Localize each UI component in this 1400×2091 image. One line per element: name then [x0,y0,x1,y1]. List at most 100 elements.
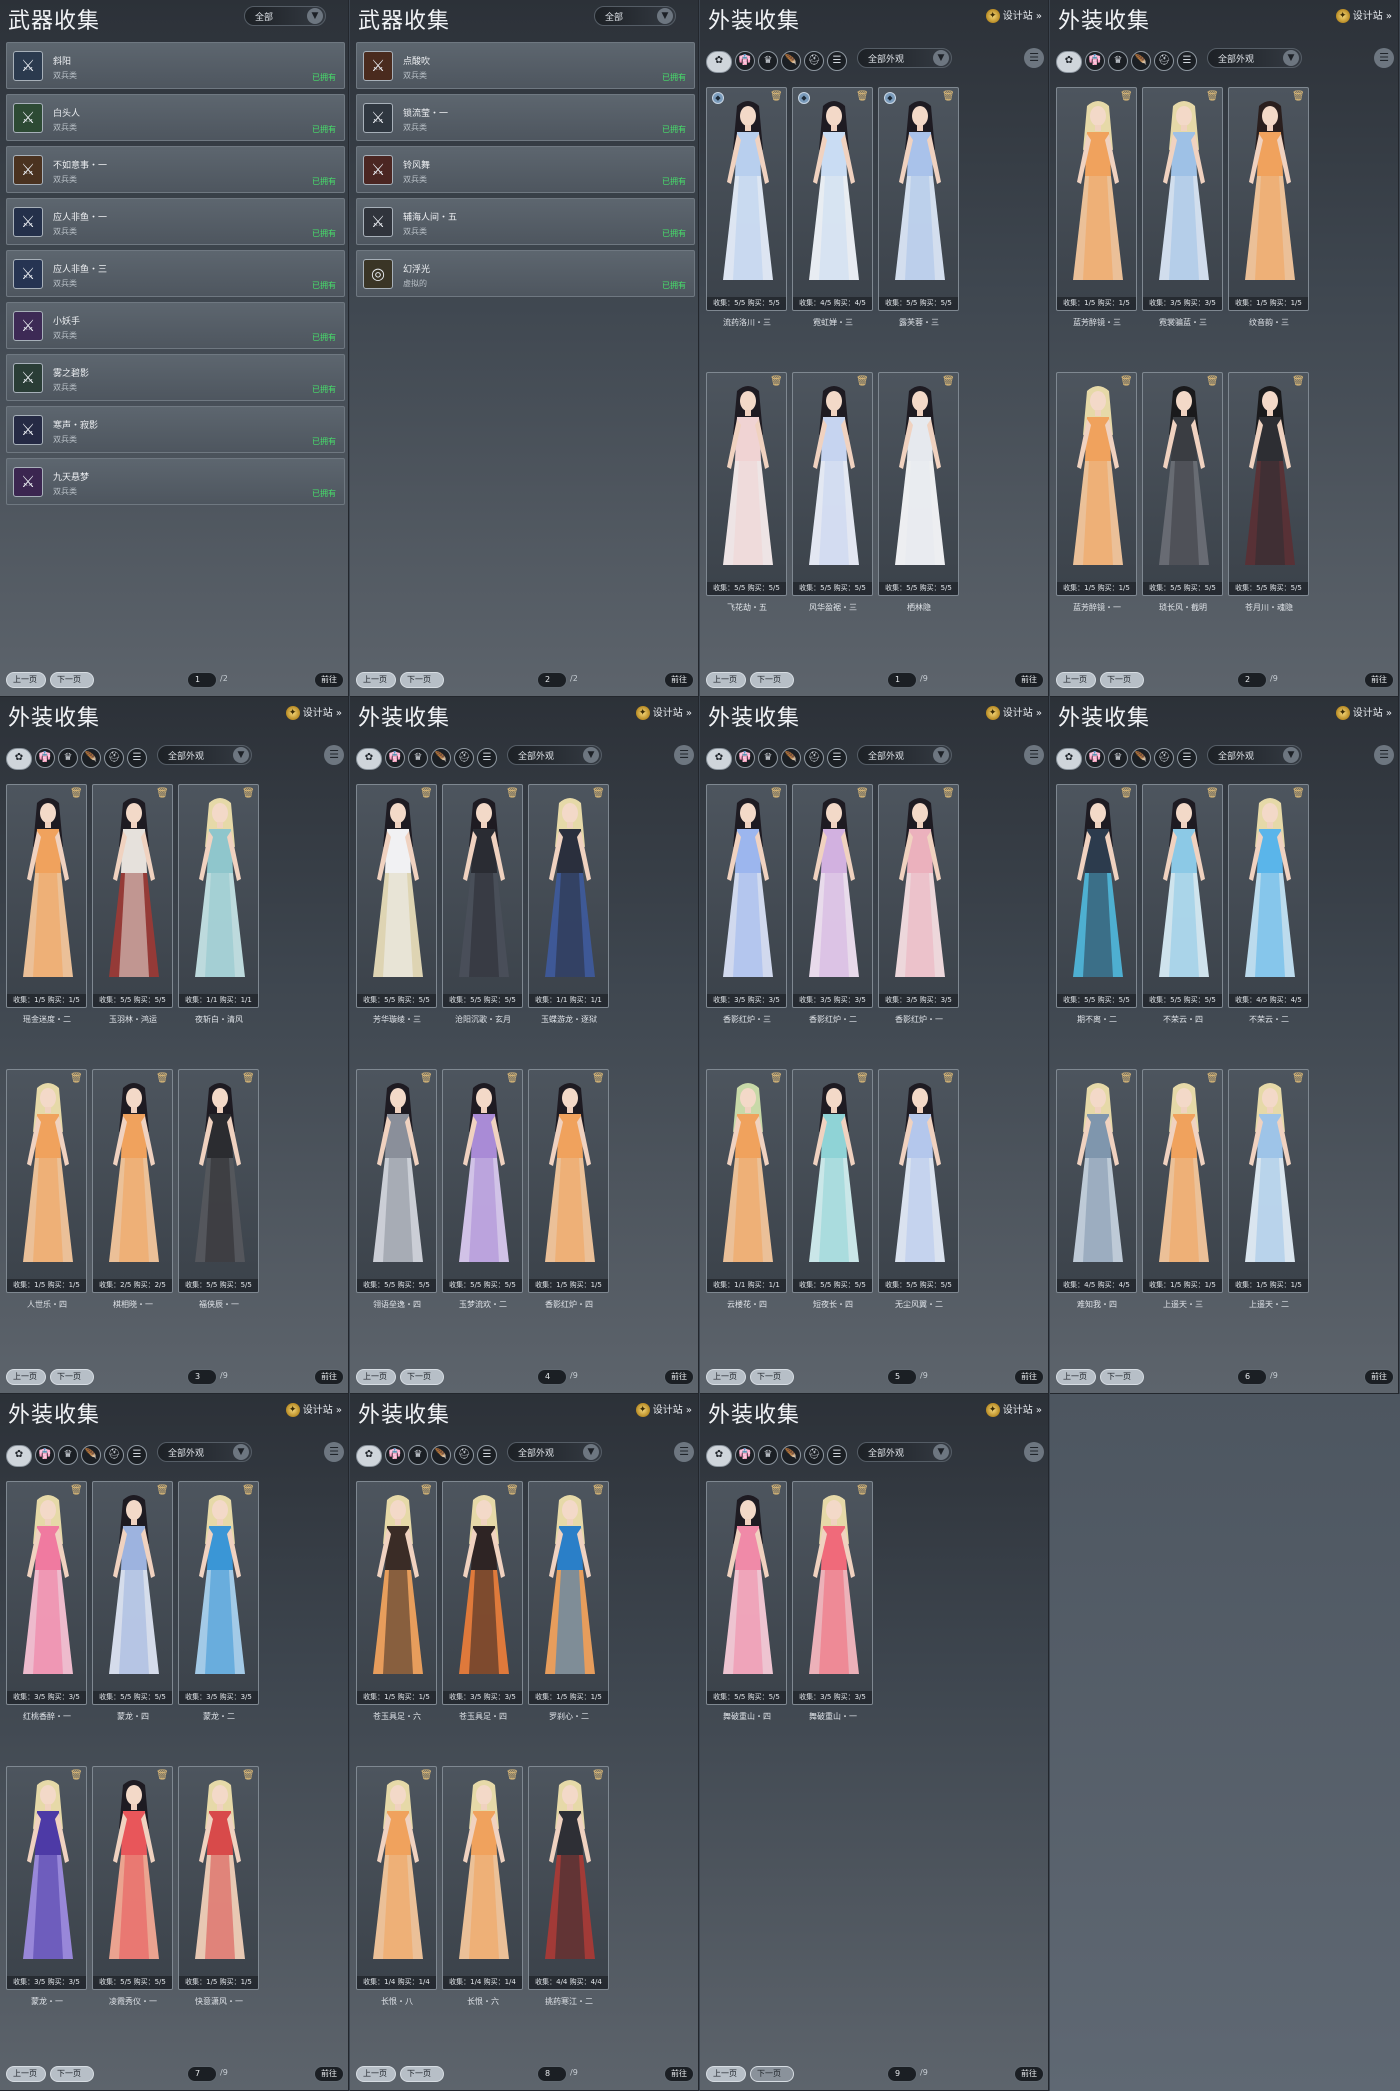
outfit-card[interactable]: 🗑 收集：5/5 购买：5/5 [792,1069,873,1293]
headwear-icon[interactable]: ♛ [758,748,778,768]
book-icon[interactable]: ☰ [477,748,497,768]
outfit-card[interactable]: 🗑 收集：1/5 购买：1/5 [178,1766,259,1990]
page-number-input[interactable]: 8 [537,2066,567,2082]
jump-button[interactable]: 前往 [1364,1369,1394,1385]
prev-page-button[interactable]: 上一页 [706,672,746,688]
top-icon[interactable]: 👘 [1085,748,1105,768]
next-page-button[interactable]: 下一页 [1100,1369,1144,1385]
outfit-card[interactable]: 🗑 收集：1/1 购买：1/1 [528,784,609,1008]
book-icon[interactable]: ☰ [477,1445,497,1465]
book-icon[interactable]: ☰ [827,51,847,71]
outfit-card[interactable]: ◆ 🗑 收集：5/5 购买：5/5 [878,87,959,311]
prev-page-button[interactable]: 上一页 [6,1369,46,1385]
next-page-button[interactable]: 下一页 [50,672,94,688]
weapon-list-item[interactable]: ⚔ 雾之碧影 双兵类 已拥有 [6,354,345,401]
designer-link[interactable]: ✦ 设计站 » [285,704,342,720]
outfit-filter-dropdown[interactable]: 全部外观 ▼ [857,745,952,765]
headwear-icon[interactable]: ♛ [408,1445,428,1465]
outfit-card[interactable]: 🗑 收集：5/5 购买：5/5 [1142,784,1223,1008]
weapon-list-item[interactable]: ⚔ 九天悬梦 双兵类 已拥有 [6,458,345,505]
prev-page-button[interactable]: 上一页 [6,672,46,688]
prev-page-button[interactable]: 上一页 [6,2066,46,2082]
outfit-card[interactable]: 🗑 收集：5/5 购买：5/5 [1228,372,1309,596]
outfit-filter-dropdown[interactable]: 全部外观 ▼ [857,1442,952,1462]
outfit-filter-dropdown[interactable]: 全部外观 ▼ [857,48,952,68]
mask-icon[interactable]: ⛑ [1154,51,1174,71]
next-page-button[interactable]: 下一页 [750,1369,794,1385]
next-page-button[interactable]: 下一页 [400,2066,444,2082]
weapon-filter-dropdown[interactable]: 全部 ▼ [594,6,676,26]
book-icon[interactable]: ☰ [1177,51,1197,71]
designer-link[interactable]: ✦ 设计站 » [985,704,1042,720]
outfit-card[interactable]: 🗑 收集：5/5 购买：5/5 [878,1069,959,1293]
top-icon[interactable]: 👘 [35,748,55,768]
top-icon[interactable]: 👘 [35,1445,55,1465]
outfit-filter-dropdown[interactable]: 全部外观 ▼ [157,745,252,765]
outfit-card[interactable]: 🗑 收集：3/5 购买：3/5 [442,1481,523,1705]
page-number-input[interactable]: 6 [1237,1369,1267,1385]
jump-button[interactable]: 前往 [1014,2066,1044,2082]
list-menu-icon[interactable]: ☰ [1024,1442,1044,1462]
prev-page-button[interactable]: 上一页 [706,1369,746,1385]
page-number-input[interactable]: 1 [187,672,217,688]
all-category-icon[interactable]: ✿ [6,748,32,770]
next-page-button[interactable]: 下一页 [1100,672,1144,688]
outfit-card[interactable]: 🗑 收集：5/5 购买：5/5 [442,784,523,1008]
page-number-input[interactable]: 9 [887,2066,917,2082]
prev-page-button[interactable]: 上一页 [356,2066,396,2082]
next-page-button[interactable]: 下一页 [750,672,794,688]
outfit-card[interactable]: 🗑 收集：4/5 购买：4/5 [1056,1069,1137,1293]
outfit-filter-dropdown[interactable]: 全部外观 ▼ [1207,745,1302,765]
feather-icon[interactable]: 🪶 [81,748,101,768]
top-icon[interactable]: 👘 [735,51,755,71]
outfit-card[interactable]: 🗑 收集：5/5 购买：5/5 [1056,784,1137,1008]
weapon-list-item[interactable]: ⚔ 应人非鱼・一 双兵类 已拥有 [6,198,345,245]
outfit-card[interactable]: 🗑 收集：1/1 购买：1/1 [706,1069,787,1293]
book-icon[interactable]: ☰ [127,748,147,768]
feather-icon[interactable]: 🪶 [431,748,451,768]
prev-page-button[interactable]: 上一页 [356,1369,396,1385]
outfit-card[interactable]: 🗑 收集：5/5 购买：5/5 [792,372,873,596]
outfit-card[interactable]: 🗑 收集：1/5 购买：1/5 [1228,87,1309,311]
feather-icon[interactable]: 🪶 [81,1445,101,1465]
headwear-icon[interactable]: ♛ [758,1445,778,1465]
feather-icon[interactable]: 🪶 [1131,748,1151,768]
outfit-card[interactable]: 🗑 收集：1/1 购买：1/1 [178,784,259,1008]
headwear-icon[interactable]: ♛ [58,748,78,768]
jump-button[interactable]: 前往 [1364,672,1394,688]
outfit-card[interactable]: 🗑 收集：3/5 购买：3/5 [706,784,787,1008]
prev-page-button[interactable]: 上一页 [706,2066,746,2082]
feather-icon[interactable]: 🪶 [1131,51,1151,71]
page-number-input[interactable]: 4 [537,1369,567,1385]
outfit-card[interactable]: 🗑 收集：3/5 购买：3/5 [178,1481,259,1705]
weapon-list-item[interactable]: ⚔ 寒声・寂影 双兵类 已拥有 [6,406,345,453]
outfit-card[interactable]: 🗑 收集：5/5 购买：5/5 [92,1766,173,1990]
all-category-icon[interactable]: ✿ [706,748,732,770]
weapon-list-item[interactable]: ⚔ 点酸吹 双兵类 已拥有 [356,42,695,89]
list-menu-icon[interactable]: ☰ [674,1442,694,1462]
outfit-card[interactable]: 🗑 收集：1/5 购买：1/5 [356,1481,437,1705]
page-number-input[interactable]: 1 [887,672,917,688]
weapon-list-item[interactable]: ⚔ 白头人 双兵类 已拥有 [6,94,345,141]
list-menu-icon[interactable]: ☰ [674,745,694,765]
top-icon[interactable]: 👘 [1085,51,1105,71]
book-icon[interactable]: ☰ [1177,748,1197,768]
all-category-icon[interactable]: ✿ [6,1445,32,1467]
top-icon[interactable]: 👘 [735,1445,755,1465]
jump-button[interactable]: 前往 [664,1369,694,1385]
mask-icon[interactable]: ⛑ [454,748,474,768]
page-number-input[interactable]: 2 [1237,672,1267,688]
designer-link[interactable]: ✦ 设计站 » [635,1401,692,1417]
outfit-card[interactable]: 🗑 收集：5/5 购买：5/5 [706,372,787,596]
outfit-card[interactable]: 🗑 收集：5/5 购买：5/5 [442,1069,523,1293]
weapon-list-item[interactable]: ⚔ 斜阳 双兵类 已拥有 [6,42,345,89]
next-page-button[interactable]: 下一页 [750,2066,794,2082]
jump-button[interactable]: 前往 [314,1369,344,1385]
outfit-card[interactable]: 🗑 收集：4/5 购买：4/5 [1228,784,1309,1008]
all-category-icon[interactable]: ✿ [356,1445,382,1467]
outfit-card[interactable]: 🗑 收集：1/5 购买：1/5 [528,1069,609,1293]
feather-icon[interactable]: 🪶 [781,748,801,768]
page-number-input[interactable]: 3 [187,1369,217,1385]
headwear-icon[interactable]: ♛ [1108,748,1128,768]
outfit-card[interactable]: 🗑 收集：1/5 购买：1/5 [6,1069,87,1293]
